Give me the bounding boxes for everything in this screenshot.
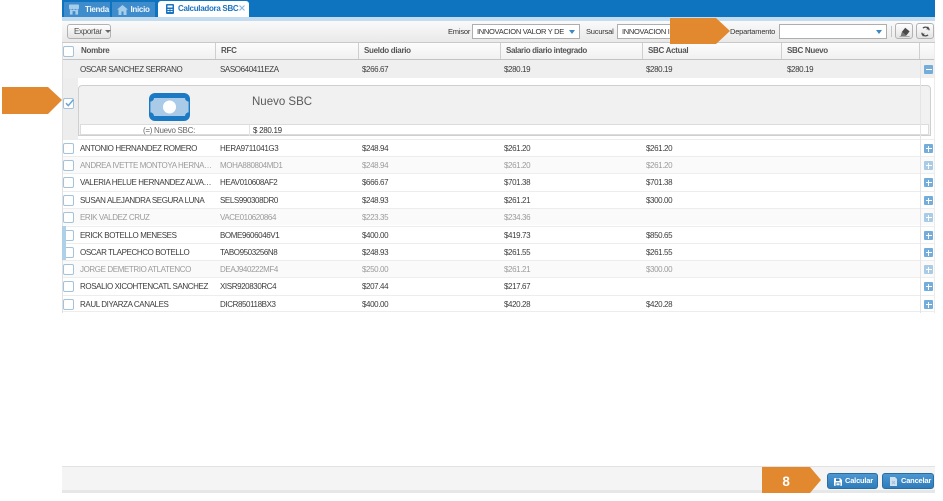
svg-text:8: 8: [782, 474, 790, 489]
